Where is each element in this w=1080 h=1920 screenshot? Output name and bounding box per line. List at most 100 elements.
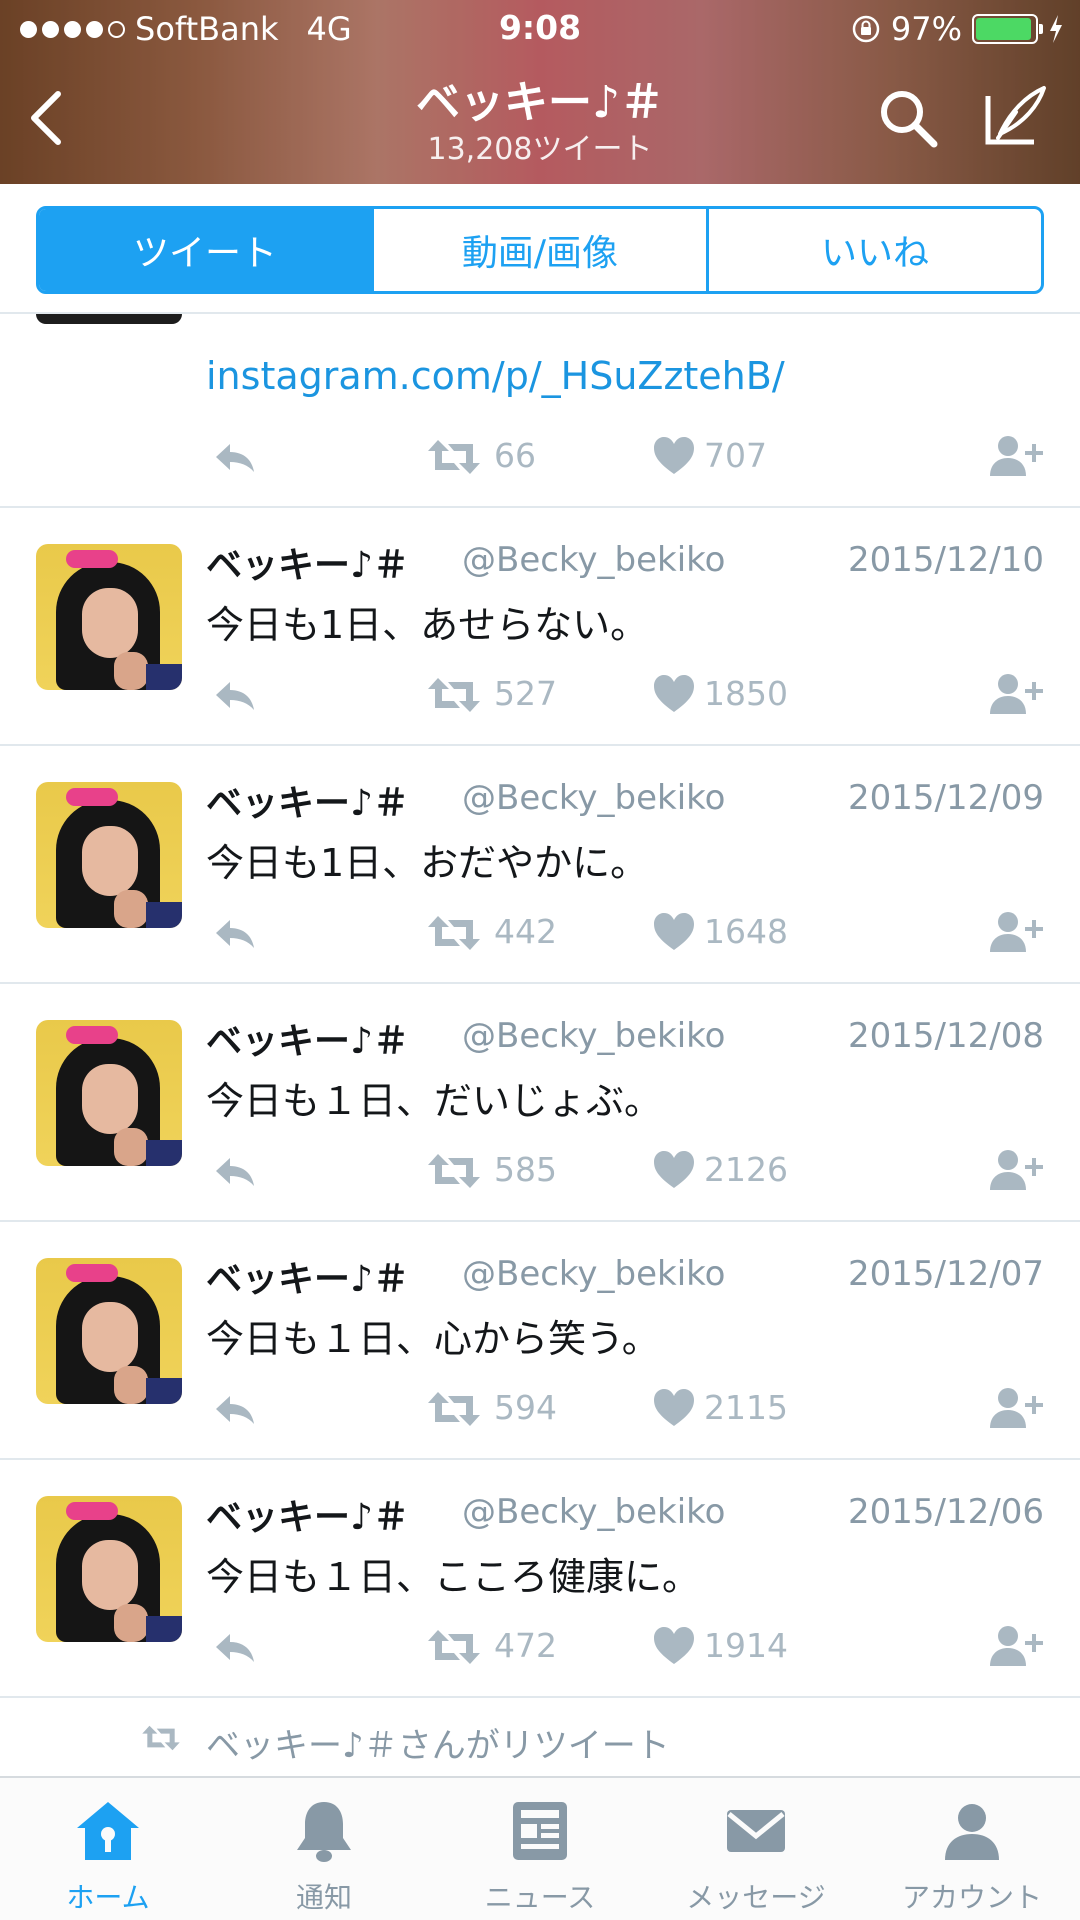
reply-icon[interactable] (210, 1146, 258, 1196)
tweet-date: 2015/12/08 (848, 1016, 1044, 1056)
tweet-author-name[interactable]: ベッキー♪＃ (206, 1488, 409, 1540)
tweet-author-name[interactable]: ベッキー♪＃ (206, 536, 409, 588)
status-right: 97% (851, 10, 1064, 48)
bell-icon (297, 1802, 351, 1862)
tab-notifications[interactable]: 通知 (216, 1778, 432, 1920)
tweet-author-handle[interactable]: @Becky_bekiko (462, 1492, 725, 1532)
tweet-date: 2015/12/09 (848, 778, 1044, 818)
home-icon (77, 1802, 139, 1860)
tweet-author-handle[interactable]: @Becky_bekiko (462, 540, 725, 580)
envelope-icon (727, 1810, 785, 1852)
retweet-icon[interactable] (426, 1384, 482, 1434)
tab-account[interactable]: アカウント (864, 1778, 1080, 1920)
tweet-text: 今日も１日、だいじょぶ。 (206, 1079, 663, 1123)
tweet-author-handle[interactable]: @Becky_bekiko (462, 1016, 725, 1056)
retweet-icon[interactable] (426, 1146, 482, 1196)
tweet-actions: 442 1648 (0, 908, 1080, 968)
follow-user-icon[interactable] (988, 432, 1044, 482)
retweet-count: 442 (494, 912, 557, 951)
like-count: 2126 (704, 1150, 788, 1189)
profile-segmented-control: ツイート 動画/画像 いいね (36, 206, 1044, 294)
tweet-partial[interactable]: instagram.com/p/_HSuZztehB/ 66 707 (0, 314, 1080, 508)
compose-button[interactable] (980, 82, 1050, 152)
avatar[interactable] (36, 1496, 182, 1642)
tab-messages[interactable]: メッセージ (648, 1778, 864, 1920)
tweet-card[interactable]: ベッキー♪＃ @Becky_bekiko 2015/12/10 今日も1日、あせ… (0, 508, 1080, 746)
tab-label: 通知 (295, 1881, 352, 1914)
reply-icon[interactable] (210, 1384, 258, 1434)
follow-user-icon[interactable] (988, 670, 1044, 720)
tweet-date: 2015/12/07 (848, 1254, 1044, 1294)
retweet-icon[interactable] (426, 1622, 482, 1672)
bottom-tab-bar: ホーム 通知 ニュース メッセージ アカウント (0, 1776, 1080, 1920)
tweet-card[interactable]: ベッキー♪＃ @Becky_bekiko 2015/12/08 今日も１日、だい… (0, 984, 1080, 1222)
timeline[interactable]: instagram.com/p/_HSuZztehB/ 66 707 ベッキー♪… (0, 314, 1080, 1776)
tweet-author-name[interactable]: ベッキー♪＃ (206, 1250, 409, 1302)
retweet-icon[interactable] (426, 432, 482, 482)
tweet-actions: 594 2115 (0, 1384, 1080, 1444)
retweet-count: 594 (494, 1388, 557, 1427)
search-button[interactable] (876, 86, 940, 150)
reply-icon[interactable] (210, 670, 258, 720)
heart-icon[interactable] (652, 908, 696, 958)
tweet-actions: 66 707 (0, 432, 1080, 492)
tweet-card[interactable]: ベッキー♪＃ @Becky_bekiko 2015/12/06 今日も１日、ここ… (0, 1460, 1080, 1698)
reply-icon[interactable] (210, 432, 258, 482)
tweet-text: 今日も１日、こころ健康に。 (206, 1555, 701, 1599)
reply-icon[interactable] (210, 908, 258, 958)
status-bar: SoftBank 4G 9:08 97% (0, 0, 1080, 58)
tweet-author-name[interactable]: ベッキー♪＃ (206, 774, 409, 826)
person-icon (945, 1804, 999, 1860)
reply-icon[interactable] (210, 1622, 258, 1672)
retweet-count: 472 (494, 1626, 557, 1665)
retweet-count: 66 (494, 436, 536, 475)
retweet-icon (142, 1725, 180, 1751)
tab-label: ニュース (484, 1881, 596, 1914)
heart-icon[interactable] (652, 1384, 696, 1434)
tab-media[interactable]: 動画/画像 (374, 209, 709, 291)
tweet-actions: 585 2126 (0, 1146, 1080, 1206)
tab-home[interactable]: ホーム (0, 1778, 216, 1920)
tab-tweets[interactable]: ツイート (39, 209, 374, 291)
tweet-card[interactable]: ベッキー♪＃ @Becky_bekiko 2015/12/07 今日も１日、心か… (0, 1222, 1080, 1460)
tab-news[interactable]: ニュース (432, 1778, 648, 1920)
tweet-author-handle[interactable]: @Becky_bekiko (462, 778, 725, 818)
segment-bar: ツイート 動画/画像 いいね (0, 184, 1080, 314)
tab-label: ホーム (66, 1881, 150, 1914)
tweet-date: 2015/12/10 (848, 540, 1044, 580)
follow-user-icon[interactable] (988, 908, 1044, 958)
retweet-notice[interactable]: ベッキー♪＃さんがリツイート (0, 1700, 1080, 1776)
retweet-count: 585 (494, 1150, 557, 1189)
tweet-text: 今日も1日、おだやかに。 (206, 841, 649, 885)
tweet-author-handle[interactable]: @Becky_bekiko (462, 1254, 725, 1294)
tweet-card[interactable]: ベッキー♪＃ @Becky_bekiko 2015/12/09 今日も1日、おだ… (0, 746, 1080, 984)
nav-bar: ベッキー♪＃ 13,208ツイート (0, 58, 1080, 184)
charging-bolt-icon (1050, 15, 1062, 43)
like-count: 707 (704, 436, 767, 475)
avatar[interactable] (36, 1020, 182, 1166)
avatar[interactable] (36, 544, 182, 690)
follow-user-icon[interactable] (988, 1146, 1044, 1196)
battery-percent: 97% (890, 10, 962, 48)
profile-header: SoftBank 4G 9:08 97% ベッキー♪＃ 13,208ツイート (0, 0, 1080, 184)
heart-icon[interactable] (652, 1622, 696, 1672)
avatar[interactable] (36, 314, 182, 324)
tab-likes[interactable]: いいね (709, 209, 1041, 291)
tweet-actions: 527 1850 (0, 670, 1080, 730)
avatar[interactable] (36, 1258, 182, 1404)
follow-user-icon[interactable] (988, 1622, 1044, 1672)
like-count: 1648 (704, 912, 788, 951)
follow-user-icon[interactable] (988, 1384, 1044, 1434)
tweet-date: 2015/12/06 (848, 1492, 1044, 1532)
tweet-author-name[interactable]: ベッキー♪＃ (206, 1012, 409, 1064)
news-icon (513, 1802, 567, 1860)
avatar[interactable] (36, 782, 182, 928)
retweet-icon[interactable] (426, 908, 482, 958)
heart-icon[interactable] (652, 670, 696, 720)
retweet-icon[interactable] (426, 670, 482, 720)
heart-icon[interactable] (652, 432, 696, 482)
tweet-link[interactable]: instagram.com/p/_HSuZztehB/ (206, 354, 785, 398)
battery-icon (972, 14, 1043, 44)
heart-icon[interactable] (652, 1146, 696, 1196)
tab-label: アカウント (901, 1881, 1042, 1914)
